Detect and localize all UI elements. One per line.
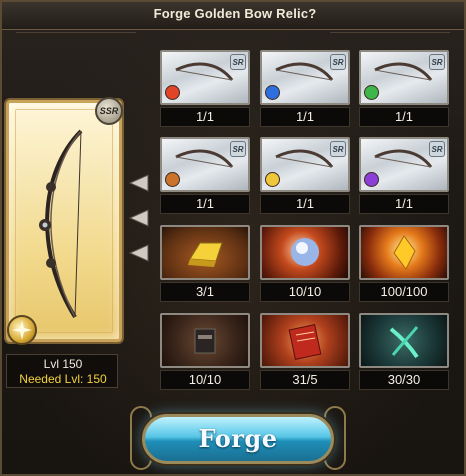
material-slot-sphere-orb[interactable]: 10/10 xyxy=(260,225,350,303)
golden-bow-icon xyxy=(39,129,83,319)
material-slot-bow-water[interactable]: SR 1/1 xyxy=(260,50,350,128)
sr-tag: SR xyxy=(230,141,246,157)
material-slot-bow-wind[interactable]: SR 1/1 xyxy=(359,50,449,128)
water-element-icon xyxy=(265,85,280,100)
material-slot-bow-light[interactable]: SR 1/1 xyxy=(260,137,350,215)
material-slot-golden-shard[interactable]: 100/100 xyxy=(359,225,449,303)
needed-level: Needed Lvl: 150 xyxy=(19,372,107,386)
material-count: 31/5 xyxy=(260,370,350,390)
green-horn-thumb xyxy=(359,313,449,368)
material-count: 1/1 xyxy=(359,107,449,127)
relic-level: Lvl 150 xyxy=(43,357,83,371)
golden-shard-thumb xyxy=(359,225,449,280)
material-slot-bow-earth[interactable]: SR 1/1 xyxy=(160,137,250,215)
material-count: 10/10 xyxy=(160,370,250,390)
shard-icon xyxy=(393,235,416,270)
gold-ingot-thumb xyxy=(160,225,250,280)
material-slot-gold-ingot[interactable]: 3/1 xyxy=(160,225,250,303)
title-divider-right xyxy=(330,32,450,44)
wind-element-icon xyxy=(364,85,379,100)
sr-tag: SR xyxy=(429,141,445,157)
material-count: 30/30 xyxy=(359,370,449,390)
material-count: 1/1 xyxy=(260,194,350,214)
material-slot-dark-chest[interactable]: 10/10 xyxy=(160,313,250,391)
arrow-left-icon xyxy=(128,244,149,262)
arrow-left-icon xyxy=(128,174,149,192)
sphere-orb-thumb xyxy=(260,225,350,280)
silver-bow-thumb: SR xyxy=(359,137,449,192)
chest-icon xyxy=(194,328,216,354)
title-divider-left xyxy=(16,32,136,44)
material-count: 100/100 xyxy=(359,282,449,302)
scroll-icon xyxy=(288,324,322,360)
material-slot-bow-dark[interactable]: SR 1/1 xyxy=(359,137,449,215)
red-scroll-thumb xyxy=(260,313,350,368)
material-count: 1/1 xyxy=(260,107,350,127)
forge-button-frame: Forge xyxy=(130,402,346,474)
silver-bow-thumb: SR xyxy=(260,137,350,192)
dark-chest-thumb xyxy=(160,313,250,368)
material-count: 10/10 xyxy=(260,282,350,302)
dialog-title: Forge Golden Bow Relic? xyxy=(153,6,317,21)
gold-ingot-icon xyxy=(188,242,223,267)
silver-bow-thumb: SR xyxy=(160,137,250,192)
material-count: 1/1 xyxy=(160,107,250,127)
forge-dialog: Forge Golden Bow Relic? SSR Lvl 150 Need… xyxy=(0,0,466,476)
light-element-icon xyxy=(265,172,280,187)
relic-card[interactable]: SSR xyxy=(6,97,123,345)
light-element-icon xyxy=(7,315,37,345)
arrow-left-icon xyxy=(128,209,149,227)
material-count: 1/1 xyxy=(359,194,449,214)
material-slot-bow-fire[interactable]: SR 1/1 xyxy=(160,50,250,128)
horn-icon xyxy=(389,326,419,359)
orb-icon xyxy=(291,238,319,266)
sr-tag: SR xyxy=(429,54,445,70)
material-count: 3/1 xyxy=(160,282,250,302)
material-slot-red-scroll[interactable]: 31/5 xyxy=(260,313,350,391)
material-slot-green-horn[interactable]: 30/30 xyxy=(359,313,449,391)
relic-level-box: Lvl 150 Needed Lvl: 150 xyxy=(6,354,118,388)
silver-bow-thumb: SR xyxy=(260,50,350,105)
sr-tag: SR xyxy=(330,141,346,157)
material-count: 1/1 xyxy=(160,194,250,214)
title-bar: Forge Golden Bow Relic? xyxy=(2,2,464,30)
fire-element-icon xyxy=(165,85,180,100)
dark-element-icon xyxy=(364,172,379,187)
silver-bow-thumb: SR xyxy=(160,50,250,105)
sr-tag: SR xyxy=(330,54,346,70)
earth-element-icon xyxy=(165,172,180,187)
rarity-badge: SSR xyxy=(95,97,123,125)
forge-button[interactable]: Forge xyxy=(142,414,334,464)
sr-tag: SR xyxy=(230,54,246,70)
silver-bow-thumb: SR xyxy=(359,50,449,105)
